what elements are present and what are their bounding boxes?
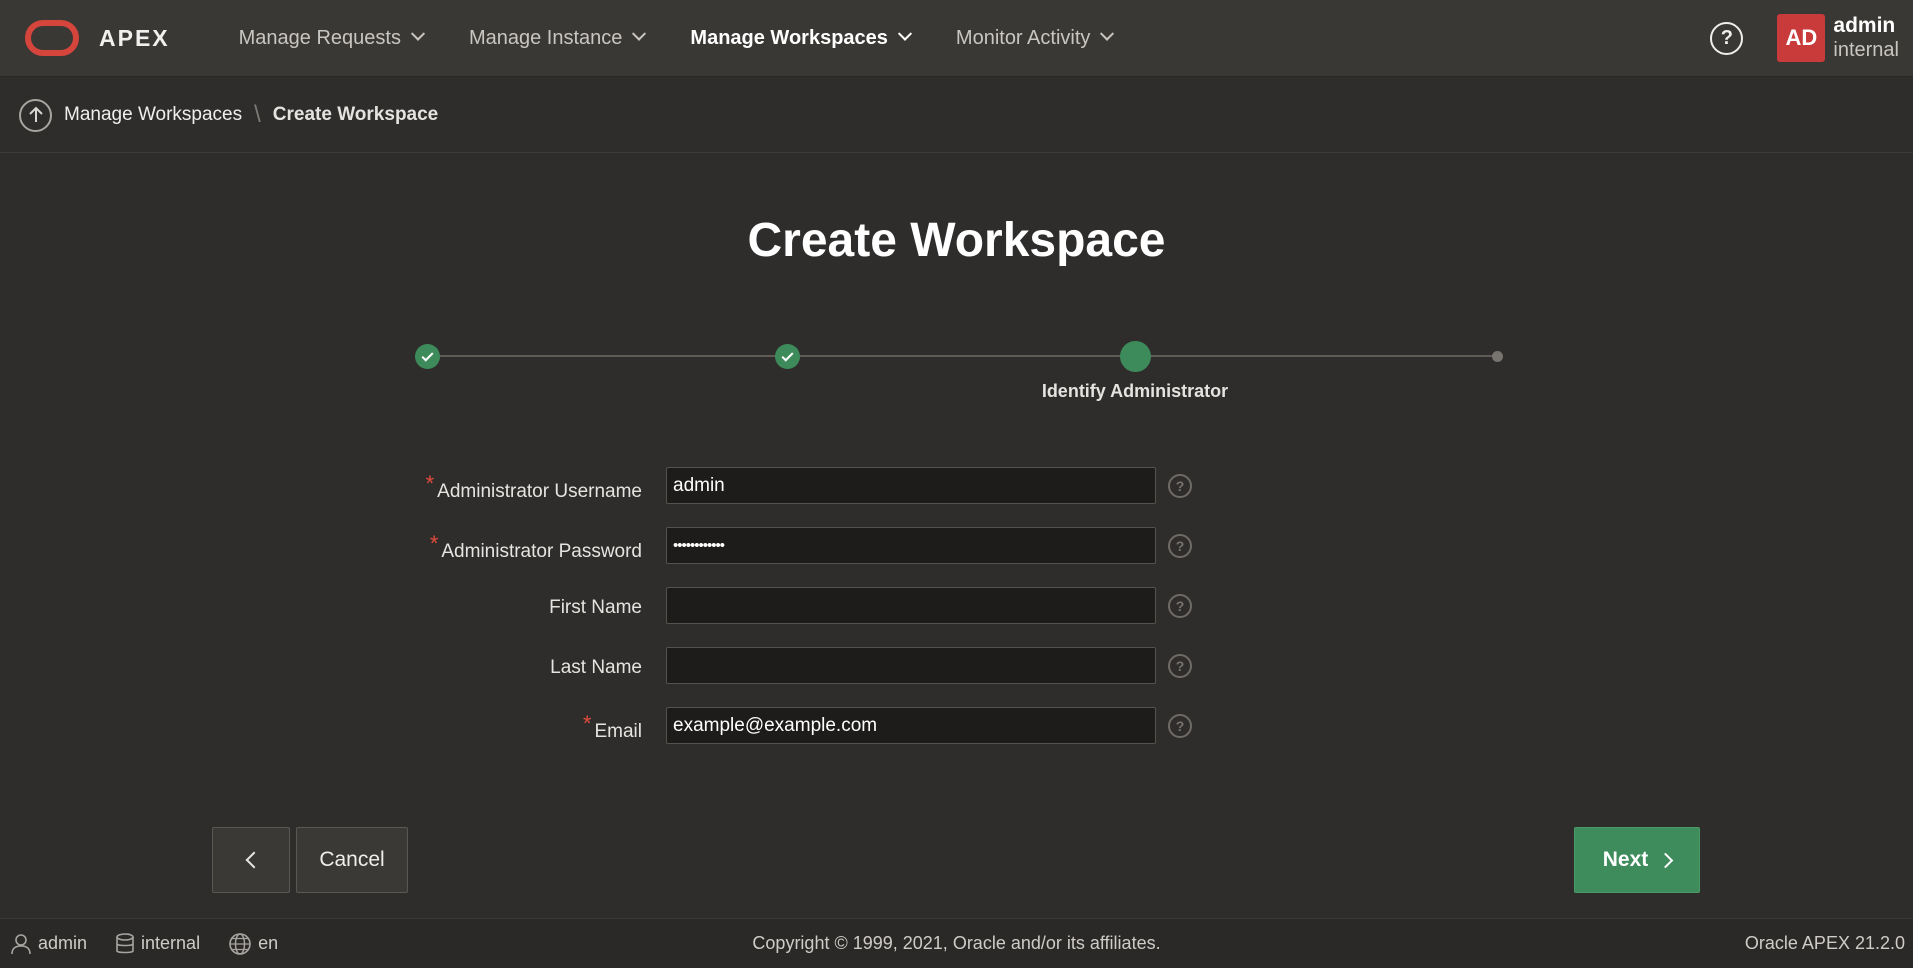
wizard-track: [415, 355, 1497, 357]
menu-monitor-activity[interactable]: Monitor Activity: [933, 0, 1135, 76]
field-label: * Email: [583, 711, 642, 743]
wizard-step-2-complete: [775, 344, 800, 369]
menu-manage-requests[interactable]: Manage Requests: [216, 0, 446, 76]
database-icon: [115, 932, 135, 955]
footer-workspace-label: internal: [141, 933, 201, 953]
user-workspace: internal: [1833, 39, 1899, 61]
chevron-down-icon: [632, 26, 647, 41]
admin-password-input[interactable]: ••••••••••••: [666, 527, 1156, 564]
next-button-label: Next: [1602, 848, 1649, 871]
field-label-text: Administrator Password: [441, 541, 642, 562]
field-label-text: Last Name: [550, 657, 642, 678]
user-area: ? AD admin internal: [1710, 0, 1913, 76]
copyright-text: Copyright © 1999, 2021, Oracle and/or it…: [752, 933, 1161, 953]
wizard-step-1-complete: [415, 344, 440, 369]
footer-user-label: admin: [38, 933, 88, 953]
arrow-up-icon[interactable]: [19, 98, 52, 132]
first-name-input[interactable]: [666, 587, 1156, 624]
email-input[interactable]: example@example.com: [666, 707, 1156, 744]
wizard-step-label: Identify Administrator: [1041, 381, 1229, 401]
field-label-text: First Name: [549, 597, 642, 618]
help-icon[interactable]: ?: [1710, 21, 1744, 55]
form-row-last-name: Last Name ?: [0, 647, 1913, 685]
footer-workspace[interactable]: internal: [115, 932, 201, 955]
wizard-step-3-current: [1120, 341, 1151, 372]
breadcrumb: Manage Workspaces \ Create Workspace: [0, 78, 1913, 153]
wizard-progress: Identify Administrator: [415, 341, 1503, 413]
footer-language[interactable]: en: [228, 932, 278, 956]
globe-icon: [228, 932, 252, 956]
field-label: * Administrator Password: [430, 531, 642, 563]
form-row-admin-username: * Administrator Username admin ?: [0, 467, 1913, 505]
logo-text: APEX: [99, 24, 170, 51]
help-icon[interactable]: ?: [1168, 474, 1192, 498]
breadcrumb-separator: \: [254, 101, 261, 128]
user-icon: [10, 933, 32, 955]
form-row-first-name: First Name ?: [0, 587, 1913, 625]
help-icon[interactable]: ?: [1168, 654, 1192, 678]
chevron-down-icon: [1100, 26, 1115, 41]
required-marker: *: [582, 711, 592, 736]
footer-language-label: en: [258, 933, 279, 953]
chevron-right-icon: [1657, 852, 1674, 868]
field-label-text: Email: [594, 721, 642, 742]
breadcrumb-link-manage-workspaces[interactable]: Manage Workspaces: [64, 104, 242, 126]
help-icon[interactable]: ?: [1168, 594, 1192, 618]
user-name: admin: [1833, 14, 1896, 37]
menu-manage-workspaces[interactable]: Manage Workspaces: [667, 0, 933, 76]
menu-label: Manage Workspaces: [690, 26, 888, 49]
cancel-button[interactable]: Cancel: [296, 827, 408, 893]
apex-logo[interactable]: APEX: [25, 20, 170, 56]
top-navigation-bar: APEX Manage Requests Manage Instance Man…: [0, 0, 1913, 77]
menu-label: Manage Instance: [468, 26, 623, 49]
user-menu[interactable]: admin internal: [1833, 14, 1899, 62]
previous-button[interactable]: [212, 827, 290, 893]
required-marker: *: [429, 531, 439, 556]
oracle-logo-icon: [25, 20, 79, 56]
required-marker: *: [425, 471, 435, 496]
menu-manage-instance[interactable]: Manage Instance: [446, 0, 667, 76]
main-menu: Manage Requests Manage Instance Manage W…: [216, 0, 1136, 76]
footer-user[interactable]: admin: [10, 933, 87, 955]
field-label: First Name: [549, 597, 642, 619]
page-title: Create Workspace: [747, 214, 1166, 267]
help-icon[interactable]: ?: [1168, 534, 1192, 558]
avatar[interactable]: AD: [1777, 14, 1826, 62]
breadcrumb-current: Create Workspace: [272, 104, 439, 125]
admin-username-input[interactable]: admin: [666, 467, 1156, 504]
menu-label: Monitor Activity: [955, 26, 1091, 49]
field-label: * Administrator Username: [426, 471, 642, 503]
menu-label: Manage Requests: [238, 26, 401, 49]
chevron-left-icon: [245, 851, 263, 869]
field-label: Last Name: [550, 657, 642, 679]
next-button[interactable]: Next: [1574, 827, 1700, 893]
field-label-text: Administrator Username: [437, 481, 642, 502]
footer: admin internal en Copyright © 1999, 2021…: [0, 918, 1913, 968]
version-text: Oracle APEX 21.2.0: [1744, 933, 1905, 953]
check-icon: [421, 349, 434, 362]
wizard-step-4-future: [1492, 351, 1503, 362]
last-name-input[interactable]: [666, 647, 1156, 684]
form-row-email: * Email example@example.com ?: [0, 707, 1913, 745]
check-icon: [781, 349, 794, 362]
chevron-down-icon: [897, 26, 912, 41]
chevron-down-icon: [410, 26, 426, 41]
help-icon[interactable]: ?: [1168, 714, 1192, 738]
form-row-admin-password: * Administrator Password •••••••••••• ?: [0, 527, 1913, 565]
